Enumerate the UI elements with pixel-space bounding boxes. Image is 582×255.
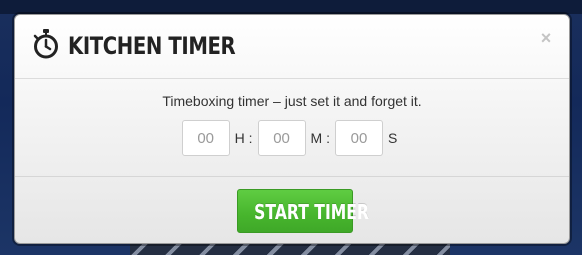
minutes-unit-label: M : <box>310 130 330 146</box>
close-button[interactable]: × <box>537 29 555 47</box>
backdrop-top-strip <box>0 0 582 14</box>
stopwatch-icon <box>33 29 58 59</box>
modal-header: KITCHEN TIMER × <box>15 15 569 79</box>
hours-unit-label: H : <box>234 130 253 146</box>
modal-title: KITCHEN TIMER <box>68 32 236 60</box>
start-timer-button[interactable]: START TIMER <box>237 189 369 233</box>
minutes-input[interactable] <box>257 120 306 156</box>
start-timer-label: START TIMER <box>254 200 369 224</box>
seconds-unit-label: S <box>388 130 398 146</box>
modal-footer: START TIMER <box>15 177 569 243</box>
kitchen-timer-modal: KITCHEN TIMER × Timeboxing timer – just … <box>14 14 570 244</box>
modal-body: Timeboxing timer – just set it and forge… <box>15 79 569 177</box>
timer-description: Timeboxing timer – just set it and forge… <box>162 93 422 109</box>
hours-input[interactable] <box>181 120 230 156</box>
seconds-input[interactable] <box>335 120 383 156</box>
time-input-row: H : M : S <box>15 119 569 157</box>
